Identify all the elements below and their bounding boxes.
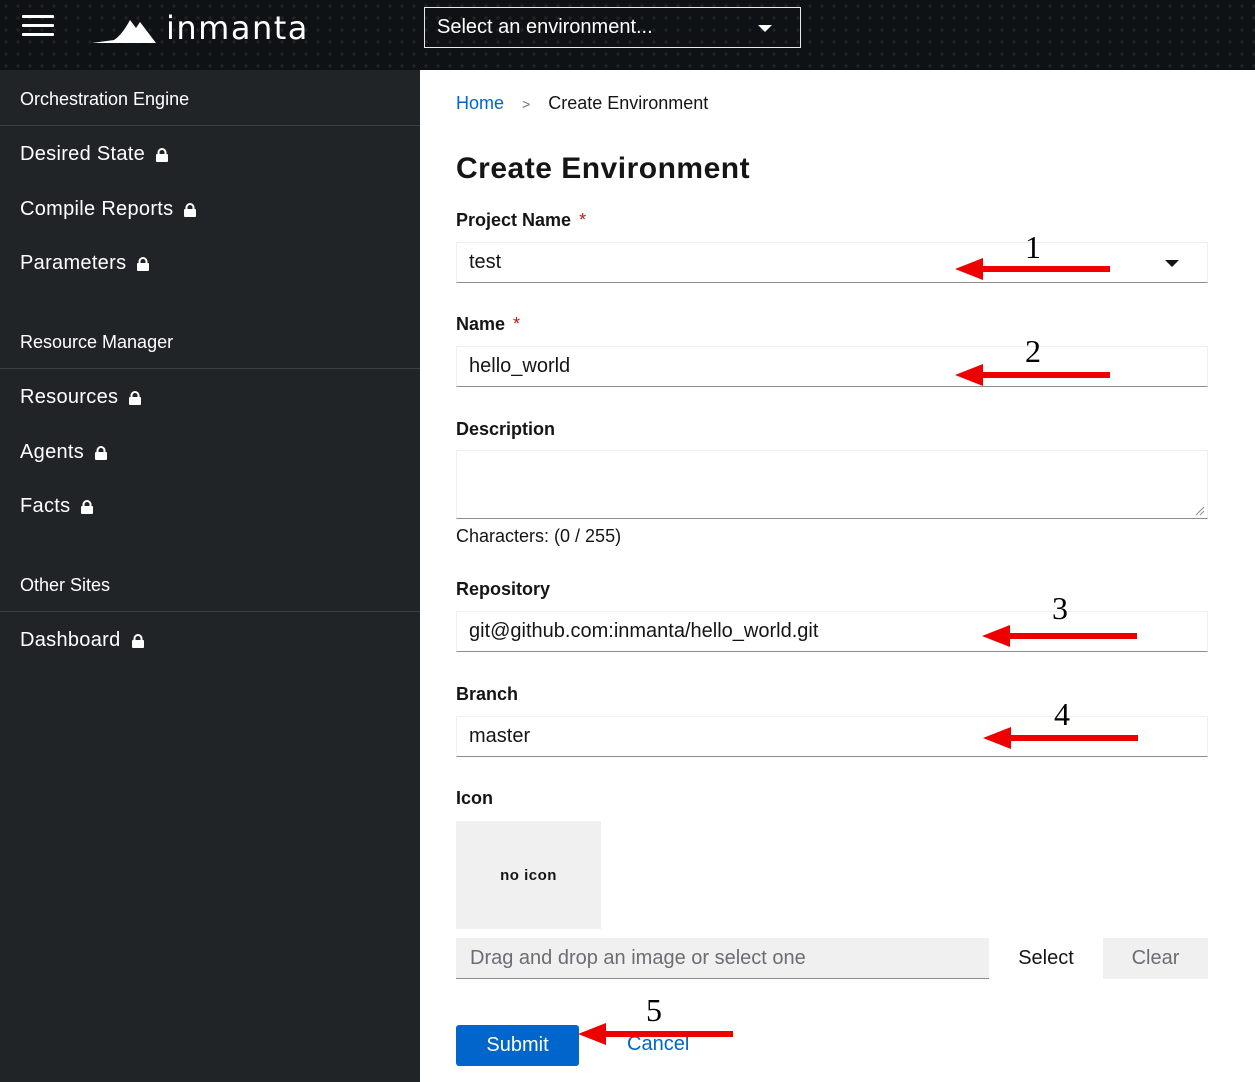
required-marker: * (513, 314, 521, 334)
repository-label: Repository (456, 579, 551, 599)
lock-icon (94, 445, 108, 460)
logo-text: inmanta (166, 9, 309, 47)
sidebar-item-label: Facts (20, 495, 71, 517)
breadcrumb: Home > Create Environment (456, 93, 708, 114)
top-header: inmanta Select an environment... (0, 0, 1255, 70)
sidebar-item-parameters[interactable]: Parameters (20, 252, 150, 275)
description-character-count: Characters: (0 / 255) (456, 526, 622, 546)
breadcrumb-separator: > (522, 95, 531, 112)
icon-label: Icon (456, 788, 494, 808)
resize-handle-icon[interactable] (1195, 506, 1205, 516)
icon-file-upload: Drag and drop an image or select one Sel… (456, 938, 1208, 979)
environment-selector[interactable]: Select an environment... (424, 7, 801, 48)
name-label: Name * (456, 314, 520, 335)
name-value: hello_world (469, 355, 571, 377)
sidebar-item-desired-state[interactable]: Desired State (20, 143, 169, 166)
icon-file-dropzone[interactable]: Drag and drop an image or select one (456, 938, 989, 979)
description-textarea[interactable] (456, 450, 1208, 519)
required-marker: * (579, 210, 587, 230)
branch-label: Branch (456, 684, 519, 704)
submit-button[interactable]: Submit (456, 1025, 579, 1066)
project-name-value: test (469, 251, 502, 273)
icon-clear-button[interactable]: Clear (1103, 938, 1208, 979)
hamburger-menu-icon[interactable] (22, 15, 54, 37)
description-label: Description (456, 419, 556, 439)
red-arrow-icon (982, 625, 1137, 647)
lock-icon (80, 499, 94, 514)
sidebar-item-label: Parameters (20, 252, 127, 274)
project-name-label: Project Name * (456, 210, 586, 231)
lock-icon (155, 147, 169, 162)
lock-icon (128, 390, 142, 405)
name-label-text: Name (456, 314, 506, 334)
inmanta-logo[interactable]: inmanta (92, 8, 309, 48)
branch-value: master (469, 725, 531, 747)
sidebar-item-resources[interactable]: Resources (20, 386, 142, 409)
environment-selector-label: Select an environment... (437, 16, 653, 38)
red-arrow-icon (955, 364, 1110, 386)
sidebar-item-label: Compile Reports (20, 198, 174, 220)
section-title-other-sites: Other Sites (0, 559, 420, 612)
breadcrumb-home-link[interactable]: Home (456, 93, 504, 114)
sidebar-item-compile-reports[interactable]: Compile Reports (20, 198, 197, 221)
sidebar-item-facts[interactable]: Facts (20, 495, 94, 518)
icon-preview-text: no icon (500, 866, 557, 884)
red-arrow-icon (955, 258, 1110, 280)
red-arrow-icon (578, 1023, 733, 1045)
breadcrumb-current: Create Environment (548, 93, 709, 113)
page-title: Create Environment (456, 152, 751, 185)
project-name-label-text: Project Name (456, 210, 572, 230)
chevron-down-icon (758, 25, 772, 32)
sidebar-item-agents[interactable]: Agents (20, 441, 108, 464)
sidebar: Orchestration Engine Desired State Compi… (0, 70, 420, 1082)
repository-value: git@github.com:inmanta/hello_world.git (469, 620, 819, 642)
section-title-resource-manager: Resource Manager (0, 316, 420, 369)
sidebar-item-label: Agents (20, 441, 85, 463)
section-title-orchestration-engine: Orchestration Engine (0, 73, 420, 126)
chevron-down-icon (1165, 260, 1179, 267)
annotation-number-3: 3 (1052, 590, 1068, 626)
sidebar-item-label: Desired State (20, 143, 146, 165)
sidebar-item-label: Resources (20, 386, 119, 408)
mountain-logo-icon (92, 20, 156, 43)
lock-icon (136, 256, 150, 271)
icon-select-button[interactable]: Select (989, 938, 1103, 979)
lock-icon (131, 633, 145, 648)
sidebar-item-dashboard[interactable]: Dashboard (20, 629, 145, 652)
icon-preview: no icon (456, 821, 601, 929)
lock-icon (183, 202, 197, 217)
red-arrow-icon (983, 727, 1138, 749)
sidebar-item-label: Dashboard (20, 629, 121, 651)
